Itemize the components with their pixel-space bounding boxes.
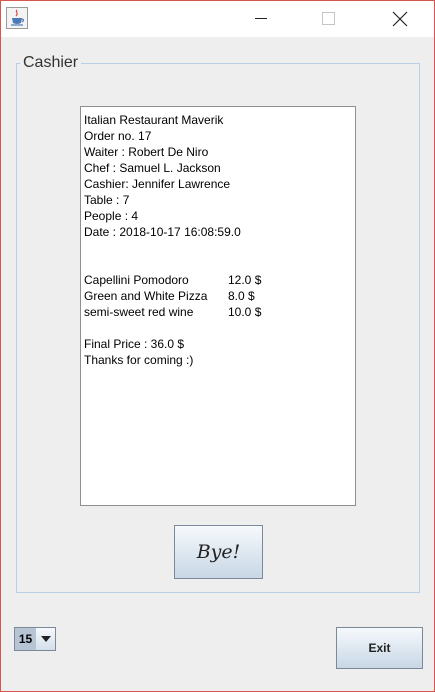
panel-title: Cashier	[20, 54, 82, 72]
table-line: Table : 7	[84, 193, 130, 207]
waiter-line: Waiter : Robert De Niro	[84, 145, 209, 159]
title-bar[interactable]	[1, 1, 434, 37]
close-button[interactable]	[377, 1, 423, 37]
item-name: Capellini Pomodoro	[84, 273, 189, 287]
chef-line: Chef : Samuel L. Jackson	[84, 161, 221, 175]
cashier-window: Cashier Italian Restaurant Maverik Order…	[0, 0, 435, 692]
order-number: Order no. 17	[84, 129, 152, 143]
minimize-icon	[255, 18, 267, 19]
receipt-item: semi-sweet red wine 10.0 $	[84, 304, 352, 320]
table-number-combo[interactable]: 15	[14, 627, 56, 651]
item-price: 8.0 $	[228, 289, 255, 303]
maximize-icon	[322, 12, 335, 25]
item-name: semi-sweet red wine	[84, 305, 194, 319]
chevron-down-icon[interactable]	[36, 628, 55, 650]
combo-selected-value: 15	[15, 628, 36, 650]
exit-button[interactable]: Exit	[336, 627, 423, 669]
close-icon	[392, 11, 408, 27]
receipt-item: Capellini Pomodoro 12.0 $	[84, 272, 352, 288]
maximize-button[interactable]	[306, 1, 352, 37]
date-line: Date : 2018-10-17 16:08:59.0	[84, 225, 241, 239]
item-price: 10.0 $	[228, 305, 262, 319]
bye-button[interactable]: Bye!	[174, 525, 263, 579]
minimize-button[interactable]	[238, 1, 284, 37]
java-cup-icon[interactable]	[6, 7, 28, 29]
people-line: People : 4	[84, 209, 139, 223]
final-price: Final Price : 36.0 $	[84, 337, 185, 351]
restaurant-name: Italian Restaurant Maverik	[84, 113, 224, 127]
item-price: 12.0 $	[228, 273, 262, 287]
item-name: Green and White Pizza	[84, 289, 208, 303]
receipt-text-area[interactable]: Italian Restaurant Maverik Order no. 17 …	[80, 106, 356, 506]
thanks-line: Thanks for coming :)	[84, 353, 194, 367]
cashier-line: Cashier: Jennifer Lawrence	[84, 177, 231, 191]
receipt-item: Green and White Pizza 8.0 $	[84, 288, 352, 304]
